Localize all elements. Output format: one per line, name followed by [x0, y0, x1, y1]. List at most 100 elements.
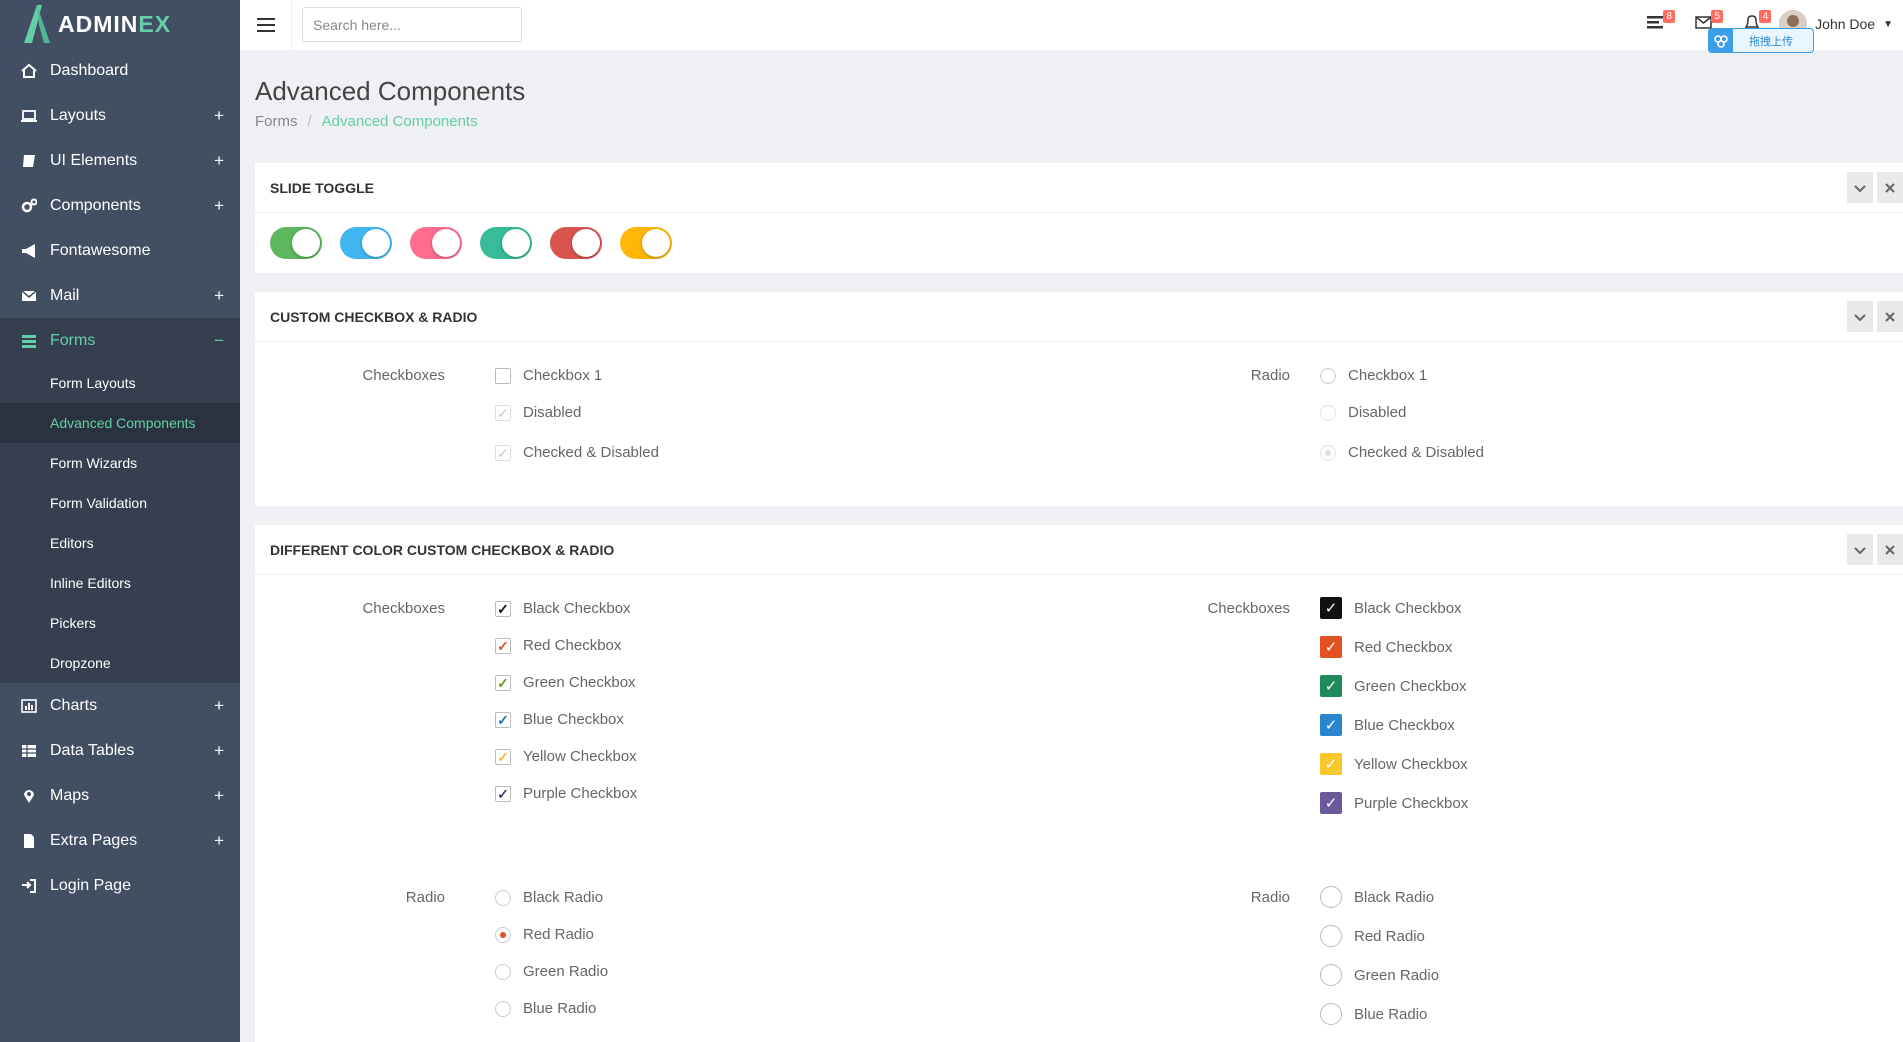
close-button[interactable] [1873, 534, 1903, 565]
sidebar: ADMINEX Dashboard Layouts + UI Elements + Com… [0, 0, 240, 1042]
slide-toggle-2[interactable] [340, 227, 392, 259]
logo[interactable]: ADMINEX [0, 0, 240, 48]
collapse-button[interactable] [1843, 534, 1873, 565]
sidebar-item-fontawesome[interactable]: Fontawesome [0, 228, 240, 273]
color-checkbox-outline-4[interactable]: ✓ Blue Checkbox [495, 711, 624, 728]
sidebar-item-mail[interactable]: Mail + [0, 273, 240, 318]
slide-toggle-5[interactable] [550, 227, 602, 259]
sidebar-item-label: Components [50, 196, 141, 214]
color-checkbox-outline-3[interactable]: ✓ Green Checkbox [495, 674, 636, 691]
collapse-button[interactable] [1843, 301, 1873, 332]
upload-button[interactable]: 拖拽上传 [1708, 28, 1814, 53]
sidebar-item-label: Layouts [50, 106, 107, 124]
color-checkbox-outline-5[interactable]: ✓ Yellow Checkbox [495, 748, 637, 765]
slide-toggle-3[interactable] [410, 227, 462, 259]
slide-toggle-6[interactable] [620, 227, 672, 259]
slide-toggle-1[interactable] [270, 227, 322, 259]
checkbox-label: Blue Checkbox [1354, 716, 1455, 734]
checkbox-1[interactable]: Checkbox 1 [495, 367, 602, 384]
slide-toggle-4[interactable] [480, 227, 532, 259]
checkbox-label: Black Checkbox [523, 600, 631, 617]
color-checkbox-filled-1[interactable]: ✓ Black Checkbox [1320, 597, 1462, 619]
color-checkbox-filled-3[interactable]: ✓ Green Checkbox [1320, 675, 1467, 697]
radio-text: Red Radio [1354, 927, 1425, 945]
sidebar-item-ui-elements[interactable]: UI Elements + [0, 138, 240, 183]
submenu-item-editors[interactable]: Editors [0, 523, 240, 563]
close-button[interactable] [1873, 301, 1903, 332]
sidebar-item-dashboard[interactable]: Dashboard [0, 48, 240, 93]
checkbox-label: Checked & Disabled [523, 444, 659, 461]
color-checkbox-filled-2[interactable]: ✓ Red Checkbox [1320, 636, 1452, 658]
check-icon: ✓ [1320, 714, 1342, 736]
color-radio-right-4[interactable]: Blue Radio [1320, 1003, 1427, 1025]
color-checkbox-filled-5[interactable]: ✓ Yellow Checkbox [1320, 753, 1468, 775]
checkbox-disabled: ✓ Disabled [495, 404, 581, 421]
radio-circle [1320, 886, 1342, 908]
tasks-button[interactable]: 8 [1647, 10, 1675, 34]
close-button[interactable] [1873, 172, 1903, 203]
check-icon: ✓ [1320, 636, 1342, 658]
check-icon: ✓ [1320, 753, 1342, 775]
color-radio-right-3[interactable]: Green Radio [1320, 964, 1439, 986]
tasks-icon [1647, 16, 1663, 29]
color-checkbox-outline-6[interactable]: ✓ Purple Checkbox [495, 785, 637, 802]
checkbox-label: Black Checkbox [1354, 599, 1462, 617]
sidebar-item-data-tables[interactable]: Data Tables + [0, 728, 240, 773]
submenu-item-pickers[interactable]: Pickers [0, 603, 240, 643]
checkbox-checked-disabled: ✓ Checked & Disabled [495, 444, 659, 461]
close-icon [1885, 309, 1895, 325]
sidebar-item-extra-pages[interactable]: Extra Pages + [0, 818, 240, 863]
radio-text: Green Radio [1354, 966, 1440, 984]
sidebar-item-forms[interactable]: Forms − [0, 318, 240, 363]
color-radio-left-3[interactable]: Green Radio [495, 963, 608, 980]
checkbox-box [495, 367, 511, 384]
toggle-knob [362, 229, 390, 257]
color-checkbox-outline-1[interactable]: ✓ Black Checkbox [495, 600, 631, 617]
radio-text: Blue Radio [1354, 1005, 1428, 1023]
color-radio-left-2[interactable]: Red Radio [495, 926, 594, 943]
color-radio-right-2[interactable]: Red Radio [1320, 925, 1425, 947]
radio-circle [1320, 404, 1336, 421]
submenu-item-form-wizards[interactable]: Form Wizards [0, 443, 240, 483]
radio-circle [1320, 925, 1342, 947]
submenu-item-dropzone[interactable]: Dropzone [0, 643, 240, 683]
color-checkbox-outline-2[interactable]: ✓ Red Checkbox [495, 637, 621, 654]
search-input[interactable] [302, 7, 522, 42]
sidebar-item-maps[interactable]: Maps + [0, 773, 240, 818]
panel-title: SLIDE TOGGLE [270, 179, 374, 196]
expand-icon: + [214, 196, 224, 215]
sidebar-item-components[interactable]: Components + [0, 183, 240, 228]
radio-label: Radio [1250, 889, 1290, 906]
sidebar-item-login-page[interactable]: Login Page [0, 863, 240, 908]
bar-chart-icon [20, 698, 38, 714]
sidebar-item-layouts[interactable]: Layouts + [0, 93, 240, 138]
chevron-down-icon [1854, 180, 1866, 196]
table-icon [20, 743, 38, 759]
check-icon: ✓ [495, 711, 511, 728]
radio-text: Red Radio [523, 926, 594, 943]
radio-text: Checkbox 1 [1348, 367, 1428, 384]
submenu-item-form-layouts[interactable]: Form Layouts [0, 363, 240, 403]
breadcrumb-forms[interactable]: Forms [255, 113, 298, 130]
color-radio-right-1[interactable]: Black Radio [1320, 886, 1434, 908]
collapse-button[interactable] [1843, 172, 1873, 203]
page-title: Advanced Components [255, 76, 526, 106]
sidebar-toggle-button[interactable] [240, 0, 292, 50]
color-radio-left-1[interactable]: Black Radio [495, 889, 603, 906]
color-checkbox-filled-4[interactable]: ✓ Blue Checkbox [1320, 714, 1455, 736]
check-icon: ✓ [495, 674, 511, 691]
forms-submenu: Form Layouts Advanced Components Form Wiza… [0, 363, 240, 683]
bullhorn-icon [20, 243, 38, 259]
check-icon: ✓ [1320, 792, 1342, 814]
submenu-item-inline-editors[interactable]: Inline Editors [0, 563, 240, 603]
upload-label: 拖拽上传 [1749, 35, 1793, 48]
checkbox-label: Green Checkbox [1354, 677, 1467, 695]
color-checkbox-filled-6[interactable]: ✓ Purple Checkbox [1320, 792, 1468, 814]
submenu-item-form-validation[interactable]: Form Validation [0, 483, 240, 523]
sidebar-item-charts[interactable]: Charts + [0, 683, 240, 728]
submenu-item-advanced-components[interactable]: Advanced Components [0, 403, 240, 443]
sidebar-item-label: Extra Pages [50, 831, 138, 849]
radio-1[interactable]: Checkbox 1 [1320, 367, 1427, 384]
color-radio-left-4[interactable]: Blue Radio [495, 1000, 596, 1017]
radio-disabled: Disabled [1320, 404, 1406, 421]
